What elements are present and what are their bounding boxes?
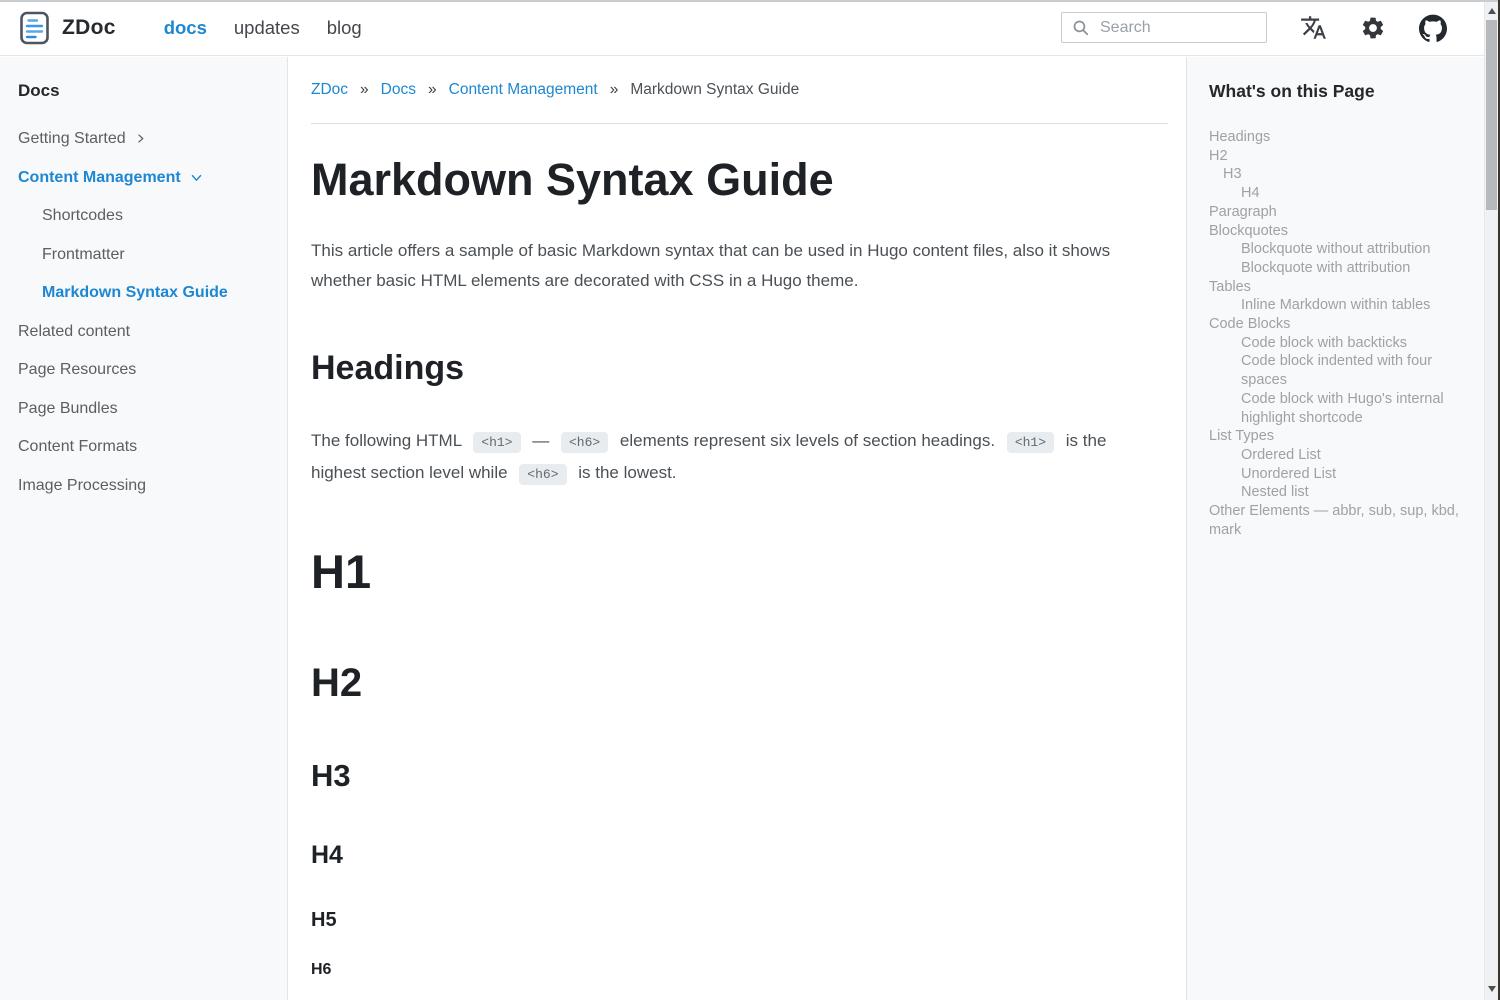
toc-item-list-types[interactable]: List Types xyxy=(1209,427,1464,446)
intro-paragraph: This article offers a sample of basic Ma… xyxy=(311,236,1163,296)
headings-paragraph: The following HTML <h1> — <h6> elements … xyxy=(311,426,1163,490)
page-toc: What's on this Page HeadingsH2H3H4Paragr… xyxy=(1186,57,1484,1000)
inline-code: <h6> xyxy=(519,464,566,485)
nav-link-updates[interactable]: updates xyxy=(234,17,300,39)
sidebar-item-label: Content Management xyxy=(18,168,181,187)
breadcrumb-separator: » xyxy=(428,81,437,98)
toc-item-blockquote-with-attribution[interactable]: Blockquote with attribution xyxy=(1209,259,1464,278)
sidebar-item-label: Related content xyxy=(18,322,130,341)
toc-item-unordered-list[interactable]: Unordered List xyxy=(1209,465,1464,484)
sidebar-item-image-processing[interactable]: Image Processing xyxy=(18,476,273,495)
toc-item-inline-markdown-within-tables[interactable]: Inline Markdown within tables xyxy=(1209,296,1464,315)
toc-item-tables[interactable]: Tables xyxy=(1209,278,1464,297)
sample-heading-h1: H1 xyxy=(311,546,1168,598)
sidebar-item-content-formats[interactable]: Content Formats xyxy=(18,437,273,456)
nav-link-docs[interactable]: docs xyxy=(164,17,207,39)
breadcrumb-link-content-management[interactable]: Content Management xyxy=(449,81,598,98)
breadcrumb-separator: » xyxy=(360,81,369,98)
toc-item-ordered-list[interactable]: Ordered List xyxy=(1209,446,1464,465)
breadcrumb-separator: » xyxy=(610,81,619,98)
scrollbar-thumb[interactable] xyxy=(1486,20,1497,210)
sidebar-item-label: Content Formats xyxy=(18,437,137,456)
search-box[interactable] xyxy=(1061,12,1267,43)
nav-link-blog[interactable]: blog xyxy=(327,17,362,39)
sample-heading-h6: H6 xyxy=(311,960,1168,980)
toc-item-code-block-with-hugo-s-internal-highlight-shortcode[interactable]: Code block with Hugo's internal highligh… xyxy=(1209,390,1464,427)
sidebar-title: Docs xyxy=(18,81,273,100)
paragraph-text: — xyxy=(532,431,549,450)
toc-item-blockquote-without-attribution[interactable]: Blockquote without attribution xyxy=(1209,240,1464,259)
toc-item-code-block-indented-with-four-spaces[interactable]: Code block indented with four spaces xyxy=(1209,352,1464,389)
paragraph-text: is the lowest. xyxy=(578,463,676,482)
toc-item-blockquotes[interactable]: Blockquotes xyxy=(1209,222,1464,241)
paragraph-text: The following HTML xyxy=(311,431,462,450)
sample-heading-h4: H4 xyxy=(311,840,1168,870)
article-content: ZDoc » Docs » Content Management » Markdown Sy… xyxy=(288,57,1186,1000)
top-navbar: ZDoc docs updates blog xyxy=(0,0,1484,56)
paragraph-text: elements represent six levels of section… xyxy=(620,431,995,450)
breadcrumb-divider xyxy=(311,123,1168,124)
settings-gear-icon[interactable] xyxy=(1360,15,1386,41)
sidebar-item-frontmatter[interactable]: Frontmatter xyxy=(18,245,273,264)
toc-item-headings[interactable]: Headings xyxy=(1209,128,1464,147)
toc-item-h3[interactable]: H3 xyxy=(1209,165,1464,184)
toc-item-nested-list[interactable]: Nested list xyxy=(1209,483,1464,502)
scrollbar-down-arrow-icon[interactable] xyxy=(1488,986,1496,992)
page-title: Markdown Syntax Guide xyxy=(311,154,1168,206)
sidebar-item-shortcodes[interactable]: Shortcodes xyxy=(18,206,273,225)
sidebar-item-label: Image Processing xyxy=(18,476,146,495)
search-icon xyxy=(1072,19,1089,36)
window-top-edge xyxy=(0,0,1500,2)
sidebar-item-getting-started[interactable]: Getting Started xyxy=(18,129,273,148)
brand-name: ZDoc xyxy=(62,16,116,40)
toc-title: What's on this Page xyxy=(1209,81,1464,101)
sidebar-item-label: Page Bundles xyxy=(18,399,118,418)
sidebar-item-label: Page Resources xyxy=(18,360,136,379)
sidebar-item-related-content[interactable]: Related content xyxy=(18,322,273,341)
toc-list: HeadingsH2H3H4ParagraphBlockquotesBlockq… xyxy=(1209,128,1464,539)
toc-item-code-blocks[interactable]: Code Blocks xyxy=(1209,315,1464,334)
sidebar-item-content-management[interactable]: Content Management xyxy=(18,168,273,187)
sidebar-item-label: Frontmatter xyxy=(42,245,125,264)
toc-item-h2[interactable]: H2 xyxy=(1209,147,1464,166)
docs-sidebar: Docs Getting Started Content Management Sh… xyxy=(0,57,288,1000)
breadcrumb-current: Markdown Syntax Guide xyxy=(630,81,799,98)
inline-code: <h1> xyxy=(473,432,520,453)
section-heading-headings: Headings xyxy=(311,348,1168,388)
sample-heading-h3: H3 xyxy=(311,758,1168,794)
inline-code: <h6> xyxy=(561,432,608,453)
translate-icon[interactable] xyxy=(1300,14,1327,41)
sample-headings: H1 H2 H3 H4 H5 H6 xyxy=(311,546,1168,980)
sidebar-item-label: Markdown Syntax Guide xyxy=(42,283,228,302)
breadcrumb: ZDoc » Docs » Content Management » Markdown Sy… xyxy=(311,81,1168,98)
inline-code: <h1> xyxy=(1007,432,1054,453)
zdoc-logo-icon xyxy=(20,11,49,45)
chevron-down-icon xyxy=(190,171,203,184)
sample-heading-h2: H2 xyxy=(311,660,1168,706)
github-icon[interactable] xyxy=(1419,14,1447,42)
primary-nav: docs updates blog xyxy=(164,17,362,39)
breadcrumb-link-zdoc[interactable]: ZDoc xyxy=(311,81,348,98)
sidebar-item-label: Getting Started xyxy=(18,129,126,148)
breadcrumb-link-docs[interactable]: Docs xyxy=(381,81,416,98)
toc-item-paragraph[interactable]: Paragraph xyxy=(1209,203,1464,222)
page-scrollbar[interactable] xyxy=(1484,0,1498,1000)
brand[interactable]: ZDoc xyxy=(20,11,116,45)
search-input[interactable] xyxy=(1098,18,1256,38)
sidebar-item-markdown-syntax-guide[interactable]: Markdown Syntax Guide xyxy=(18,283,273,302)
scrollbar-up-arrow-icon[interactable] xyxy=(1488,8,1496,14)
sample-heading-h5: H5 xyxy=(311,908,1168,932)
sidebar-item-page-resources[interactable]: Page Resources xyxy=(18,360,273,379)
toc-item-code-block-with-backticks[interactable]: Code block with backticks xyxy=(1209,334,1464,353)
chevron-right-icon xyxy=(135,133,146,144)
sidebar-item-label: Shortcodes xyxy=(42,206,123,225)
sidebar-item-page-bundles[interactable]: Page Bundles xyxy=(18,399,273,418)
toc-item-other-elements-abbr-sub-sup-kbd-mark[interactable]: Other Elements — abbr, sub, sup, kbd, ma… xyxy=(1209,502,1464,539)
toc-item-h4[interactable]: H4 xyxy=(1209,184,1464,203)
sidebar-nav: Getting Started Content Management Shortco… xyxy=(18,129,273,495)
